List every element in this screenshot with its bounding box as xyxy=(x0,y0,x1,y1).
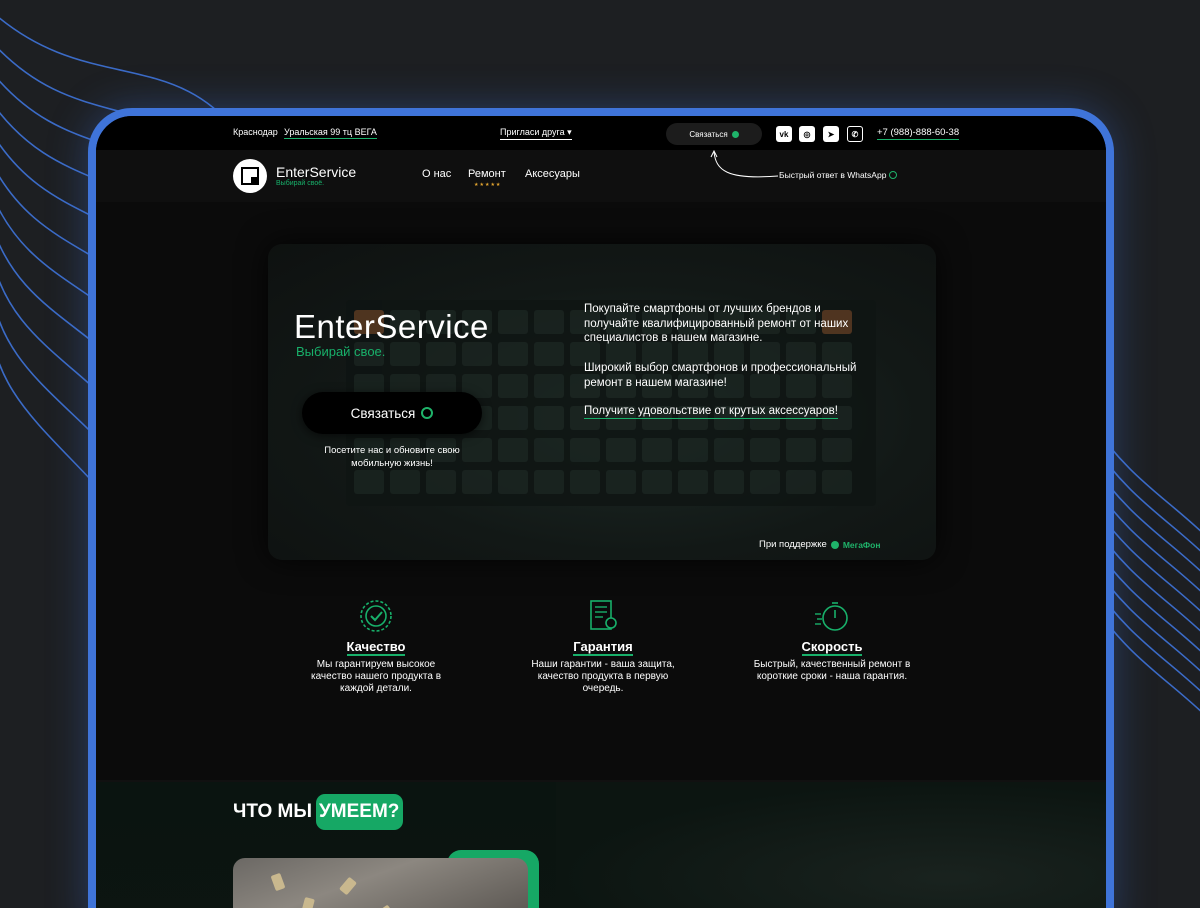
site-header: EnterService Выбирай своё. О нас Ремонт … xyxy=(96,150,1106,202)
keyboard-key xyxy=(498,470,528,494)
city-label: Краснодар xyxy=(233,127,278,137)
keyboard-key xyxy=(498,374,528,398)
hero-note: Посетите нас и обновите свою мобильную ж… xyxy=(324,445,460,469)
keyboard-key xyxy=(534,406,564,430)
keyboard-key xyxy=(786,470,816,494)
service-card-image[interactable] xyxy=(233,858,528,908)
feature-title: Гарантия xyxy=(573,639,633,656)
feature-guarantee: Гарантия Наши гарантии - ваша защита, ка… xyxy=(523,598,683,695)
feature-speed: Скорость Быстрый, качественный ремонт в … xyxy=(752,598,912,683)
feature-title: Скорость xyxy=(801,639,863,656)
hero-paragraph-2: Широкий выбор смартфонов и профессиональ… xyxy=(584,362,857,389)
whatsapp-hint-label: Быстрый ответ в WhatsApp xyxy=(779,170,887,180)
keyboard-key xyxy=(390,470,420,494)
keyboard-key xyxy=(786,438,816,462)
keyboard-key xyxy=(750,438,780,462)
address-link[interactable]: Уральская 99 тц ВЕГА xyxy=(284,127,377,139)
whatsapp-dot-icon xyxy=(731,130,739,138)
keyboard-key xyxy=(714,470,744,494)
contact-button-top[interactable]: Связаться xyxy=(666,123,762,145)
contact-button-label: Связаться xyxy=(689,129,728,139)
keyboard-key xyxy=(534,310,564,334)
telegram-icon[interactable]: ➤ xyxy=(823,126,839,142)
keyboard-key xyxy=(570,470,600,494)
section-title-highlight: УМЕЕМ? xyxy=(315,794,404,830)
brand-tagline: Выбирай своё. xyxy=(276,180,325,187)
feature-quality: Качество Мы гарантируем высокое качество… xyxy=(296,598,456,695)
megafon-brand: МегаФон xyxy=(842,539,881,550)
accessories-link[interactable]: Получите удовольствие от крутых аксессуа… xyxy=(584,405,838,419)
top-bar: Краснодар Уральская 99 тц ВЕГА Пригласи … xyxy=(96,116,1106,150)
keyboard-key xyxy=(534,342,564,366)
feature-text: Наши гарантии - ваша защита, качество пр… xyxy=(531,659,675,694)
invite-friend-dropdown[interactable]: Пригласи друга ▾ xyxy=(500,127,572,140)
section-title-prefix: ЧТО МЫ xyxy=(233,801,312,822)
keyboard-key xyxy=(606,470,636,494)
logo-icon[interactable] xyxy=(233,159,267,193)
skills-section: ЧТО МЫ УМЕЕМ? xyxy=(96,780,1106,908)
nav-about[interactable]: О нас xyxy=(422,168,451,180)
keyboard-key xyxy=(354,470,384,494)
keyboard-key xyxy=(534,438,564,462)
support-megafon: При поддержке МегаФон xyxy=(759,539,881,550)
keyboard-key xyxy=(570,438,600,462)
support-label: При поддержке xyxy=(759,539,827,550)
speed-stopwatch-icon xyxy=(815,602,848,631)
keyboard-key xyxy=(750,470,780,494)
quality-badge-icon xyxy=(360,600,392,632)
megafon-logo-icon xyxy=(830,540,839,549)
feature-text: Быстрый, качественный ремонт в короткие … xyxy=(753,659,911,682)
keyboard-key xyxy=(678,470,708,494)
hero-subtitle: Выбирай свое. xyxy=(296,344,386,359)
section-title: ЧТО МЫ УМЕЕМ? xyxy=(233,794,404,830)
keyboard-key xyxy=(426,470,456,494)
brand-name[interactable]: EnterService xyxy=(276,164,356,180)
curved-arrow-icon xyxy=(710,150,779,178)
keyboard-key xyxy=(534,470,564,494)
hero-contact-label: Связаться xyxy=(350,405,416,421)
feature-title: Качество xyxy=(346,639,406,656)
repair-rating-stars: ★★★★★ xyxy=(474,182,502,188)
phone-link[interactable]: +7 (988)-888-60-38 xyxy=(877,127,960,140)
hero-contact-button[interactable]: Связаться xyxy=(302,392,482,434)
keyboard-key xyxy=(822,470,852,494)
keyboard-key xyxy=(498,310,528,334)
guarantee-certificate-icon xyxy=(590,600,617,630)
whatsapp-small-icon xyxy=(889,171,898,179)
keyboard-key xyxy=(498,342,528,366)
whatsapp-icon xyxy=(421,407,434,419)
hero-title: EnterService xyxy=(294,308,489,345)
keyboard-key xyxy=(642,470,672,494)
keyboard-key xyxy=(534,374,564,398)
keyboard-key xyxy=(714,438,744,462)
nav-repair[interactable]: Ремонт xyxy=(468,168,506,180)
vk-icon[interactable]: vk xyxy=(776,126,792,142)
whatsapp-icon[interactable]: ✆ xyxy=(847,126,863,142)
instagram-icon[interactable]: ◎ xyxy=(799,126,815,142)
keyboard-key xyxy=(678,438,708,462)
keyboard-key xyxy=(498,438,528,462)
keyboard-key xyxy=(498,406,528,430)
keyboard-key xyxy=(462,470,492,494)
browser-frame: Краснодар Уральская 99 тц ВЕГА Пригласи … xyxy=(88,108,1114,908)
keyboard-key xyxy=(822,438,852,462)
keyboard-key xyxy=(642,438,672,462)
nav-accessories[interactable]: Аксесуары xyxy=(525,168,580,180)
hero-banner: EnterService Выбирай свое. Связаться Пос… xyxy=(268,244,936,560)
section-background-image xyxy=(556,782,1106,908)
whatsapp-hint: Быстрый ответ в WhatsApp xyxy=(779,170,898,180)
hero-paragraph-1: Покупайте смартфоны от лучших брендов и … xyxy=(584,303,849,344)
feature-text: Мы гарантируем высокое качество нашего п… xyxy=(310,659,442,694)
keyboard-key xyxy=(606,438,636,462)
